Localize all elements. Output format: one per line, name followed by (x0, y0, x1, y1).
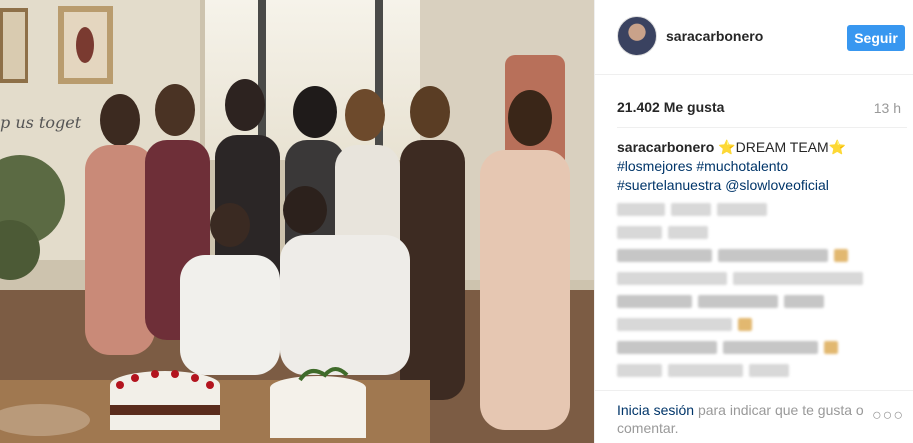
blurred-comment (617, 313, 897, 336)
post-header: saracarbonero Seguir (595, 0, 913, 75)
caption-username[interactable]: saracarbonero (617, 139, 714, 155)
post-photo-image: p us toget (0, 0, 594, 443)
username-link[interactable]: saracarbonero (666, 28, 763, 44)
post-photo[interactable]: p us toget (0, 0, 594, 443)
blurred-comment (617, 221, 897, 244)
blurred-comment (617, 359, 897, 382)
hashtag-link[interactable]: #muchotalento (696, 158, 788, 174)
login-prompt: Inicia sesión para indicar que te gusta … (617, 401, 867, 437)
likes-count[interactable]: 21.402 Me gusta (617, 99, 724, 115)
blurred-comment (617, 244, 897, 267)
post-details-panel: saracarbonero Seguir 21.402 Me gusta 13 … (594, 0, 913, 443)
post-time[interactable]: 13 h (874, 100, 901, 116)
star-emoji-icon: ⭐ (718, 139, 736, 155)
more-options-icon[interactable]: ○○○ (872, 407, 904, 425)
blurred-comment (617, 336, 897, 359)
photo-sign-text: p us toget (0, 113, 82, 132)
caption-title: DREAM TEAM (735, 139, 829, 155)
post-caption: saracarbonero ⭐DREAM TEAM⭐ #losmejores #… (617, 138, 897, 195)
blurred-comments (617, 198, 897, 382)
hashtag-link[interactable]: #suertelanuestra (617, 177, 721, 193)
blurred-comment (617, 290, 897, 313)
divider (617, 127, 907, 128)
post-footer: Inicia sesión para indicar que te gusta … (595, 390, 913, 443)
avatar[interactable] (617, 16, 657, 56)
blurred-comment (617, 198, 897, 221)
star-emoji-icon: ⭐ (828, 139, 847, 155)
follow-button[interactable]: Seguir (847, 25, 905, 51)
mention-link[interactable]: @slowloveoficial (725, 177, 829, 193)
instagram-post: p us toget saracarbonero Seguir 21.402 M… (0, 0, 913, 443)
login-link[interactable]: Inicia sesión (617, 402, 694, 418)
blurred-comment (617, 267, 897, 290)
hashtag-link[interactable]: #losmejores (617, 158, 692, 174)
